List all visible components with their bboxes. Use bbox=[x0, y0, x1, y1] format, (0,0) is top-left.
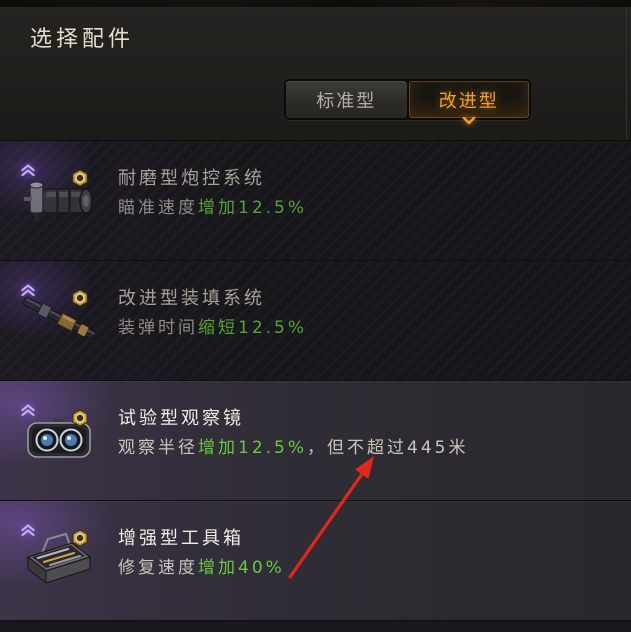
top-edge-strip bbox=[0, 0, 631, 7]
stat-change: 缩短12.5% bbox=[198, 318, 308, 338]
equipment-item-rammer[interactable]: 改进型装填系统 装弹时间缩短12.5% bbox=[0, 261, 631, 381]
stat-label: 修复速度 bbox=[118, 558, 198, 578]
equipment-item-toolbox[interactable]: 增强型工具箱 修复速度增加40% bbox=[0, 501, 631, 621]
nut-icon bbox=[71, 169, 89, 187]
equipment-grade-toggle: 标准型 改进型 bbox=[284, 79, 531, 125]
stat-change: 增加40% bbox=[198, 558, 285, 578]
panel-title: 选择配件 bbox=[30, 27, 135, 52]
stat-label: 观察半径 bbox=[118, 438, 198, 458]
equipment-item-optics[interactable]: 试验型观察镜 观察半径增加12.5%，但不超过445米 bbox=[0, 381, 631, 501]
equipment-name: 耐磨型炮控系统 bbox=[118, 168, 265, 189]
tab-label: 改进型 bbox=[438, 90, 499, 112]
panel-header: 选择配件 标准型 改进型 bbox=[0, 0, 631, 141]
equipment-select-screen: 选择配件 标准型 改进型 耐磨型炮控系统 瞄准速度增加12.5% 改进型装填系统… bbox=[0, 0, 631, 632]
equipment-effect: 装弹时间缩短12.5% bbox=[118, 316, 307, 340]
nut-icon bbox=[71, 529, 89, 547]
stat-label: 瞄准速度 bbox=[118, 198, 198, 218]
nut-icon bbox=[71, 289, 89, 307]
stat-change: 增加12.5% bbox=[198, 198, 308, 218]
equipment-list: 耐磨型炮控系统 瞄准速度增加12.5% 改进型装填系统 装弹时间缩短12.5% … bbox=[0, 141, 631, 632]
stat-change: 增加12.5% bbox=[198, 438, 308, 458]
tab-standard[interactable]: 标准型 bbox=[286, 81, 407, 118]
stat-label: 装弹时间 bbox=[118, 318, 198, 338]
chevron-down-icon bbox=[462, 116, 476, 125]
equipment-name: 增强型工具箱 bbox=[118, 528, 244, 549]
stat-limit: ，但不超过445米 bbox=[307, 438, 469, 458]
equipment-effect: 修复速度增加40% bbox=[118, 556, 285, 580]
equipment-effect: 瞄准速度增加12.5% bbox=[118, 196, 307, 220]
tab-label: 标准型 bbox=[316, 90, 377, 112]
equipment-name: 改进型装填系统 bbox=[118, 288, 265, 309]
tab-improved[interactable]: 改进型 bbox=[408, 81, 529, 125]
equipment-item-gun-laying-drive[interactable]: 耐磨型炮控系统 瞄准速度增加12.5% bbox=[0, 141, 631, 261]
equipment-name: 试验型观察镜 bbox=[118, 408, 244, 429]
nut-icon bbox=[71, 409, 89, 427]
equipment-effect: 观察半径增加12.5%，但不超过445米 bbox=[118, 436, 468, 460]
